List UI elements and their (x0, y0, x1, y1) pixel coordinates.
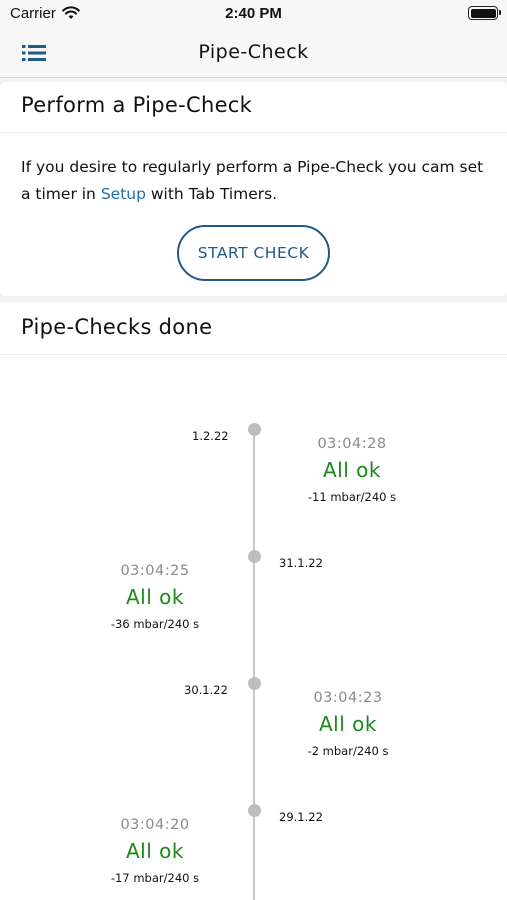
start-check-button[interactable]: START CHECK (177, 225, 330, 281)
check-time: 03:04:25 (120, 563, 190, 579)
timeline-dot (248, 804, 261, 817)
description-text-end: with Tab Timers. (145, 185, 278, 203)
check-date: 29.1.22 (279, 810, 323, 824)
page-title: Pipe-Check (198, 41, 309, 63)
check-time: 03:04:20 (120, 817, 190, 833)
timeline-dot (248, 677, 261, 690)
battery-icon (468, 6, 501, 20)
check-entry[interactable]: 03:04:28 All ok -11 mbar/240 s (252, 436, 452, 504)
check-date: 31.1.22 (279, 556, 323, 570)
checks-done-card: Pipe-Checks done 1.2.22 03:04:28 All ok … (0, 302, 507, 900)
timeline-dot (248, 550, 261, 563)
perform-check-card: Perform a Pipe-Check If you desire to re… (0, 82, 507, 296)
check-entry[interactable]: 03:04:23 All ok -2 mbar/240 s (248, 690, 448, 758)
check-status: All ok (126, 839, 184, 863)
check-date: 30.1.22 (184, 683, 228, 697)
check-entry[interactable]: 03:04:20 All ok -17 mbar/240 s (55, 817, 255, 885)
check-time: 03:04:23 (313, 690, 383, 706)
check-value: -11 mbar/240 s (307, 490, 397, 504)
perform-check-description: If you desire to regularly perform a Pip… (21, 154, 491, 208)
check-entry[interactable]: 03:04:25 All ok -36 mbar/240 s (55, 563, 255, 631)
status-time: 2:40 PM (225, 5, 282, 22)
perform-check-title: Perform a Pipe-Check (21, 93, 253, 117)
check-status: All ok (126, 585, 184, 609)
check-value: -36 mbar/240 s (110, 617, 200, 631)
status-bar: Carrier 2:40 PM (0, 0, 507, 28)
check-value: -17 mbar/240 s (110, 871, 200, 885)
checks-done-title: Pipe-Checks done (21, 315, 213, 339)
check-time: 03:04:28 (317, 436, 387, 452)
check-value: -2 mbar/240 s (307, 744, 389, 758)
timeline-dot (248, 423, 261, 436)
divider (0, 132, 507, 133)
navigation-bar: Pipe-Check (0, 28, 507, 78)
setup-link[interactable]: Setup (101, 185, 146, 203)
check-date: 1.2.22 (192, 429, 229, 443)
check-status: All ok (323, 458, 381, 482)
check-status: All ok (319, 712, 377, 736)
divider (0, 354, 507, 355)
